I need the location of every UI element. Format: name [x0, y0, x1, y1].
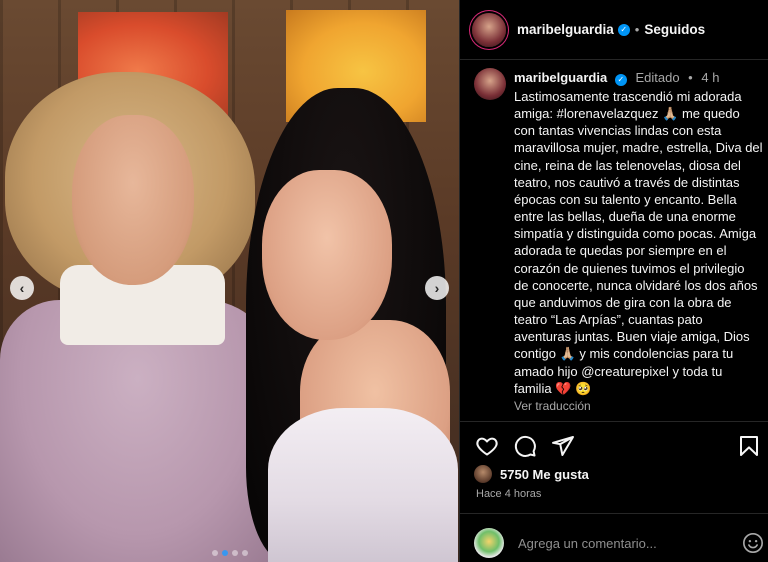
following-button[interactable]: Seguidos	[644, 22, 705, 37]
post-header: maribelguardia ✓ • Seguidos	[460, 0, 768, 60]
header-separator: •	[634, 22, 640, 37]
actions-divider	[460, 421, 768, 422]
see-translation-link[interactable]: Ver traducción	[514, 399, 764, 413]
carousel-dot	[221, 550, 228, 556]
bookmark-icon[interactable]	[736, 433, 762, 459]
caption: maribelguardia ✓ Editado • 4 h Lastimosa…	[474, 68, 764, 413]
caption-text: Lastimosamente trascendió mi adorada ami…	[514, 89, 763, 396]
caption-author-avatar[interactable]	[474, 68, 506, 100]
comment-icon[interactable]	[512, 433, 538, 459]
author-username[interactable]: maribelguardia	[517, 22, 614, 37]
likes-count: 5750	[500, 466, 529, 482]
woman-left-face	[72, 115, 194, 285]
verified-badge-icon: ✓	[617, 23, 630, 36]
woman-right-face	[262, 170, 392, 340]
action-bar	[474, 432, 762, 460]
caption-username[interactable]: maribelguardia	[514, 70, 607, 85]
likes-row[interactable]: 5750 Me gusta	[474, 465, 589, 483]
caption-separator: •	[688, 70, 693, 85]
emoji-icon[interactable]	[742, 532, 764, 554]
carousel-dot	[211, 550, 218, 556]
comment-bar	[474, 526, 764, 560]
comment-divider	[460, 513, 768, 514]
caption-verified-badge-icon: ✓	[614, 74, 627, 86]
caption-header: maribelguardia ✓ Editado • 4 h	[514, 68, 764, 88]
carousel-prev-button[interactable]: ‹	[10, 276, 34, 300]
carousel-dot	[241, 550, 248, 556]
caption-edited-label: Editado	[635, 70, 680, 85]
author-avatar[interactable]	[472, 12, 506, 47]
liker-avatar	[474, 465, 492, 483]
carousel-dot	[231, 550, 238, 556]
heart-icon[interactable]	[474, 433, 500, 459]
likes-label: Me gusta	[532, 466, 589, 482]
woman-right-dress	[268, 408, 458, 562]
share-icon[interactable]	[550, 433, 576, 459]
current-user-avatar	[474, 528, 504, 558]
comment-input[interactable]	[518, 535, 742, 551]
post-timestamp: Hace 4 horas	[476, 488, 542, 500]
carousel-next-button[interactable]: ›	[425, 276, 449, 300]
post-photo[interactable]: ‹ ›	[0, 0, 459, 562]
caption-time: 4 h	[701, 70, 720, 85]
post-panel: maribelguardia ✓ • Seguidos maribelguard…	[459, 0, 768, 562]
carousel-dots	[0, 550, 459, 556]
